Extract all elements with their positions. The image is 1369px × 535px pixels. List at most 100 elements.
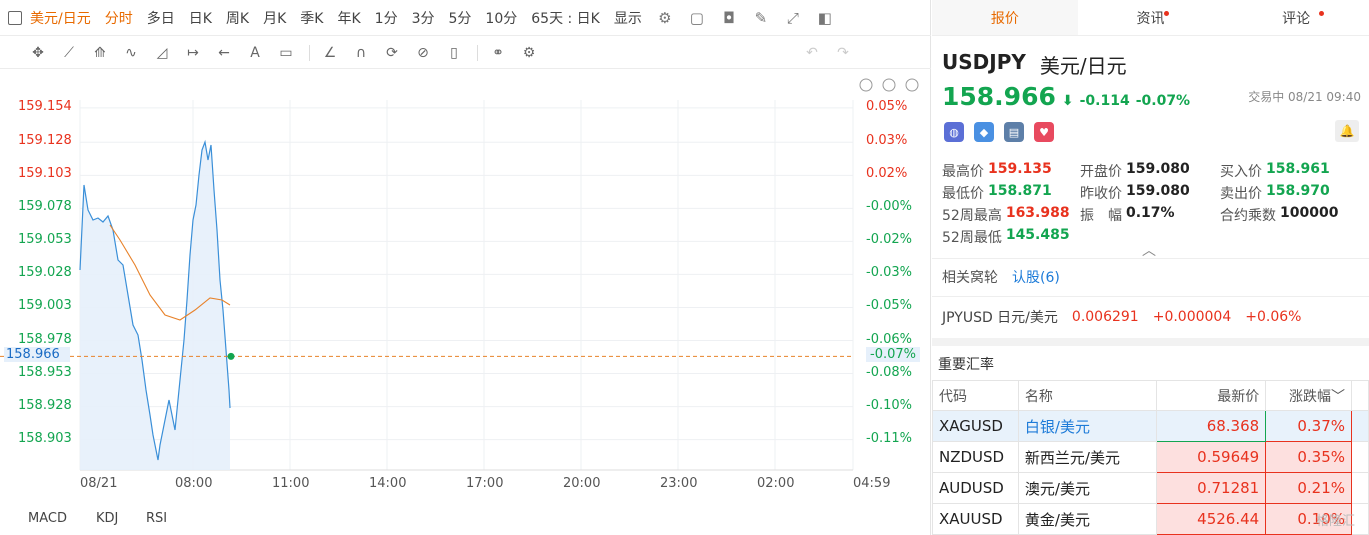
intraday-chart[interactable] <box>0 70 931 535</box>
period-0[interactable]: 分时 <box>105 8 133 28</box>
period-7[interactable]: 1分 <box>375 8 398 28</box>
move-icon[interactable]: ✥ <box>28 43 48 63</box>
table-row[interactable]: XAGUSD 白银/美元 68.368 0.37% <box>932 410 1369 442</box>
related-warrants: 相关窝轮 认股(6) <box>932 258 1369 294</box>
globe-icon[interactable]: ◍ <box>944 122 964 142</box>
gear-icon[interactable]: ⚙ <box>656 9 674 27</box>
y-pct-label: -0.06% <box>866 331 912 347</box>
rate-price: 4526.44 <box>1155 503 1267 535</box>
trading-status: 交易中 08/21 09:40 <box>1248 90 1361 104</box>
stat-label: 最低价 <box>942 186 984 202</box>
alert-bell-icon[interactable]: 🔔 <box>1335 120 1359 142</box>
divider <box>309 44 310 61</box>
sidebar-toggle-icon[interactable]: ◧ <box>816 9 834 27</box>
period-5[interactable]: 季K <box>300 8 323 28</box>
redo-icon[interactable]: ↷ <box>833 43 853 63</box>
favorite-heart-icon[interactable]: ♥ <box>1034 122 1054 142</box>
stat-value: 158.871 <box>988 183 1052 199</box>
stat-label: 52周最高 <box>942 208 1002 224</box>
chart-panel: 美元/日元 分时 多日 日K 周K 月K 季K 年K 1分 3分 5分 10分 65天 : 日K 显… <box>0 0 931 535</box>
col-change[interactable]: 涨跌幅﹀ <box>1265 380 1353 411</box>
collapse-chevron-icon[interactable]: ︿ <box>1142 240 1156 260</box>
stat-value: 163.988 <box>1005 205 1070 221</box>
table-row[interactable]: AUDUSD 澳元/美元 0.71281 0.21% <box>932 472 1369 504</box>
stat-value: 145.485 <box>1005 227 1070 243</box>
jpyusd-row[interactable]: JPYUSD 日元/美元 0.006291 +0.000004 +0.06% <box>932 296 1369 336</box>
indicator-tab[interactable]: RSI <box>146 511 167 526</box>
rate-code: AUDUSD <box>932 472 1019 504</box>
symbol-name: 美元/日元 <box>1039 54 1127 78</box>
stat-cell: 卖出价 158.970 <box>1220 183 1330 203</box>
sync-icon[interactable]: ⟳ <box>382 43 402 63</box>
indicator-tab[interactable]: KDJ <box>96 511 118 526</box>
period-3[interactable]: 周K <box>226 8 249 28</box>
y-tick-label: 159.128 <box>18 133 72 149</box>
hide-icon[interactable]: ⊘ <box>413 43 433 63</box>
rate-name: 黄金/美元 <box>1017 503 1157 535</box>
down-arrow-icon: ⬇ <box>1061 93 1074 109</box>
stat-value: 159.135 <box>988 161 1052 177</box>
y-pct-label: -0.02% <box>866 232 912 248</box>
settings-icon[interactable]: ⚙ <box>519 43 539 63</box>
period-2[interactable]: 日K <box>189 8 212 28</box>
display-select[interactable]: 显示 <box>614 8 642 28</box>
fullscreen-icon[interactable]: ⤢ <box>784 9 802 27</box>
trash-icon[interactable]: ▯ <box>444 43 464 63</box>
tab-comments[interactable]: 评论 <box>1223 0 1369 35</box>
measure-tool-icon[interactable]: ↦ <box>183 43 203 63</box>
y-tick-label: 158.903 <box>18 430 72 446</box>
tag-icon[interactable]: ◆ <box>974 122 994 142</box>
pen-icon[interactable]: ✎ <box>752 9 770 27</box>
line-tool-icon[interactable]: ⟋ <box>59 43 79 63</box>
y-pct-label: -0.08% <box>866 364 912 380</box>
wave-tool-icon[interactable]: ∿ <box>121 43 141 63</box>
note-icon[interactable]: ▤ <box>1004 122 1024 142</box>
quote-stats: 最高价 159.135 开盘价 159.080 买入价 158.961 最低价 158.871… <box>942 160 1362 248</box>
x-tick-label: 11:00 <box>272 476 310 491</box>
magnet-icon[interactable]: ∩ <box>351 43 371 63</box>
ruler-icon[interactable]: ∠ <box>320 43 340 63</box>
symbol-header: USDJPY 美元/日元 <box>942 50 1127 79</box>
y-pct-label: 0.03% <box>866 133 908 149</box>
table-row[interactable]: XAUUSD 黄金/美元 4526.44 0.10% <box>932 503 1369 535</box>
channel-tool-icon[interactable]: ⟰ <box>90 43 110 63</box>
stat-label: 振 幅 <box>1080 208 1122 224</box>
arrow-tool-icon[interactable]: ← <box>214 43 234 63</box>
indicator-tab[interactable]: MACD <box>28 511 67 526</box>
rates-title: 重要汇率 <box>938 357 994 373</box>
period-8[interactable]: 3分 <box>412 8 435 28</box>
rate-price: 0.59649 <box>1155 441 1267 473</box>
stat-label: 52周最低 <box>942 230 1002 246</box>
divider <box>477 44 478 61</box>
text-tool-icon[interactable]: A <box>245 43 265 63</box>
link-icon[interactable]: ⚭ <box>488 43 508 63</box>
frame-icon[interactable]: ▢ <box>688 9 706 27</box>
pair-selector[interactable]: 美元/日元 <box>30 8 91 28</box>
period-6[interactable]: 年K <box>337 8 360 28</box>
col-price[interactable]: 最新价 <box>1155 380 1267 411</box>
x-tick-label: 02:00 <box>757 476 795 491</box>
stat-label: 合约乘数 <box>1220 208 1276 224</box>
warrant-link[interactable]: 认股(6) <box>1012 267 1060 287</box>
stat-label: 开盘价 <box>1080 164 1122 180</box>
price-change-pct: -0.07% <box>1135 93 1191 109</box>
period-9[interactable]: 5分 <box>449 8 472 28</box>
quote-tabs: 报价 资讯 评论 <box>932 0 1369 36</box>
stat-label: 昨收价 <box>1080 186 1122 202</box>
badge-row: ◍ ◆ ▤ ♥ <box>944 122 1054 142</box>
stat-cell: 52周最高 163.988 <box>942 205 1070 225</box>
layout-icon[interactable] <box>8 10 22 25</box>
comment-tool-icon[interactable]: ▭ <box>276 43 296 63</box>
period-10[interactable]: 10分 <box>485 8 517 28</box>
table-row[interactable]: NZDUSD 新西兰元/美元 0.59649 0.35% <box>932 441 1369 473</box>
camera-icon[interactable]: ◘ <box>720 9 738 27</box>
tab-quote[interactable]: 报价 <box>932 0 1078 35</box>
range-select[interactable]: 65天 : 日K <box>531 8 600 28</box>
period-1[interactable]: 多日 <box>147 8 175 28</box>
stats-row: 52周最高 163.988 振 幅 0.17% 合约乘数 100000 <box>942 204 1362 226</box>
pattern-tool-icon[interactable]: ◿ <box>152 43 172 63</box>
stat-label: 最高价 <box>942 164 984 180</box>
period-4[interactable]: 月K <box>263 8 286 28</box>
undo-icon[interactable]: ↶ <box>802 43 822 63</box>
tab-news[interactable]: 资讯 <box>1078 0 1224 35</box>
